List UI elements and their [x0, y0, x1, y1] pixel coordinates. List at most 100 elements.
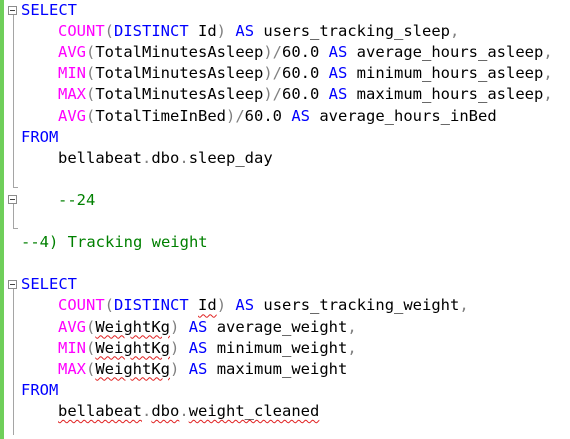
code-line[interactable]: AVG(TotalMinutesAsleep)/60.0 AS average_… [21, 42, 553, 63]
code-token: WeightKg [95, 317, 170, 336]
code-token: maximum_weight [207, 359, 348, 378]
code-token: AVG [58, 43, 86, 62]
code-token: FROM [21, 380, 59, 399]
code-token: sleep_day [188, 148, 273, 167]
code-token: ) [170, 359, 180, 378]
code-token: SELECT [21, 1, 77, 19]
code-token: ) [170, 338, 180, 357]
code-token: average_hours_inBed [310, 106, 497, 125]
code-token: AS [328, 43, 348, 62]
code-token: AS [188, 359, 208, 378]
code-line[interactable]: MIN(TotalMinutesAsleep)/60.0 AS minimum_… [21, 63, 553, 84]
code-token: DISTINCT [114, 296, 189, 315]
change-tracking-margin [0, 0, 4, 439]
code-token: AS [188, 338, 208, 357]
code-token: --4) Tracking weight [21, 233, 208, 252]
outline-end-tick [13, 228, 18, 229]
code-token: AS [328, 85, 348, 104]
code-line[interactable]: COUNT(DISTINCT Id) AS users_tracking_wei… [21, 295, 469, 316]
code-token: users_tracking_weight [254, 296, 460, 315]
code-token: 60.0 [244, 106, 292, 125]
code-line[interactable]: MAX(TotalMinutesAsleep)/60.0 AS maximum_… [21, 84, 553, 105]
code-token: , [459, 296, 469, 315]
collapse-icon[interactable] [8, 6, 17, 15]
code-token: ) [216, 22, 227, 41]
code-line[interactable]: bellabeat.dbo.sleep_day [21, 148, 273, 169]
code-token: 60.0 [282, 64, 329, 83]
code-token: 60.0 [282, 85, 329, 104]
code-token: users_tracking_sleep [254, 22, 450, 41]
code-token: DISTINCT [114, 22, 189, 41]
collapse-icon[interactable] [8, 195, 17, 204]
outline-guide [13, 289, 14, 435]
code-token: FROM [21, 127, 59, 146]
code-line[interactable]: SELECT [21, 274, 77, 295]
code-token: )/ [226, 106, 245, 125]
outline-end-tick [13, 187, 18, 188]
code-token: Id [198, 296, 217, 315]
code-line[interactable]: --24 [21, 190, 95, 211]
code-token: , [347, 338, 357, 357]
code-line[interactable]: SELECT [21, 0, 77, 21]
code-token: ( [86, 359, 96, 378]
code-token: , [450, 22, 460, 41]
code-line[interactable]: AVG(WeightKg) AS average_weight, [21, 317, 357, 338]
code-line[interactable]: bellabeat.dbo.weight_cleaned [21, 401, 319, 422]
code-token: dbo [151, 401, 180, 420]
code-token: dbo [151, 148, 180, 167]
code-token: weight_cleaned [188, 401, 320, 420]
code-token: , [543, 64, 553, 83]
code-token: TotalMinutesAsleep [95, 85, 264, 104]
code-line[interactable]: MAX(WeightKg) AS maximum_weight [21, 359, 347, 380]
code-token: . [179, 401, 189, 420]
code-token: AVG [58, 106, 86, 125]
code-token: , [347, 317, 357, 336]
code-token: ( [86, 317, 96, 336]
code-token: TotalMinutesAsleep [95, 43, 264, 62]
code-token: , [543, 85, 553, 104]
code-line[interactable]: MIN(WeightKg) AS minimum_weight, [21, 338, 357, 359]
code-token: ( [86, 43, 96, 62]
code-line[interactable]: AVG(TotalTimeInBed)/60.0 AS average_hour… [21, 106, 497, 127]
code-token: maximum_hours_asleep [347, 85, 544, 104]
code-token: SELECT [21, 275, 77, 294]
code-token: ( [86, 64, 96, 83]
code-token: MIN [58, 338, 86, 357]
code-token: ) [216, 296, 227, 315]
code-token: minimum_hours_asleep [347, 64, 544, 83]
code-token: ( [86, 85, 96, 104]
code-token: Id [188, 22, 217, 41]
code-line[interactable]: FROM [21, 380, 58, 401]
collapse-icon[interactable] [8, 280, 17, 289]
code-token: AVG [58, 317, 86, 336]
code-line[interactable]: FROM [21, 127, 58, 148]
code-token: MAX [58, 85, 86, 104]
sql-editor[interactable]: SELECT COUNT(DISTINCT Id) AS users_tracki… [0, 0, 570, 439]
code-token: WeightKg [95, 338, 170, 357]
code-token: )/ [263, 43, 282, 62]
code-line[interactable]: --4) Tracking weight [21, 232, 208, 253]
code-token: AS [235, 296, 255, 315]
code-token: AS [188, 317, 208, 336]
code-token: MAX [58, 359, 86, 378]
code-token: , [543, 43, 553, 62]
code-token: )/ [263, 85, 282, 104]
code-token: . [179, 148, 189, 167]
code-token: ( [86, 106, 96, 125]
code-token: minimum_weight [207, 338, 348, 357]
code-token: 60.0 [282, 43, 329, 62]
code-token: AS [328, 64, 348, 83]
code-line[interactable]: COUNT(DISTINCT Id) AS users_tracking_sle… [21, 21, 459, 42]
code-token: --24 [58, 190, 96, 209]
code-token: COUNT [58, 22, 105, 41]
code-token: WeightKg [95, 359, 170, 378]
outline-guide [13, 15, 14, 187]
code-token: . [142, 401, 152, 420]
code-token: AS [235, 22, 255, 41]
